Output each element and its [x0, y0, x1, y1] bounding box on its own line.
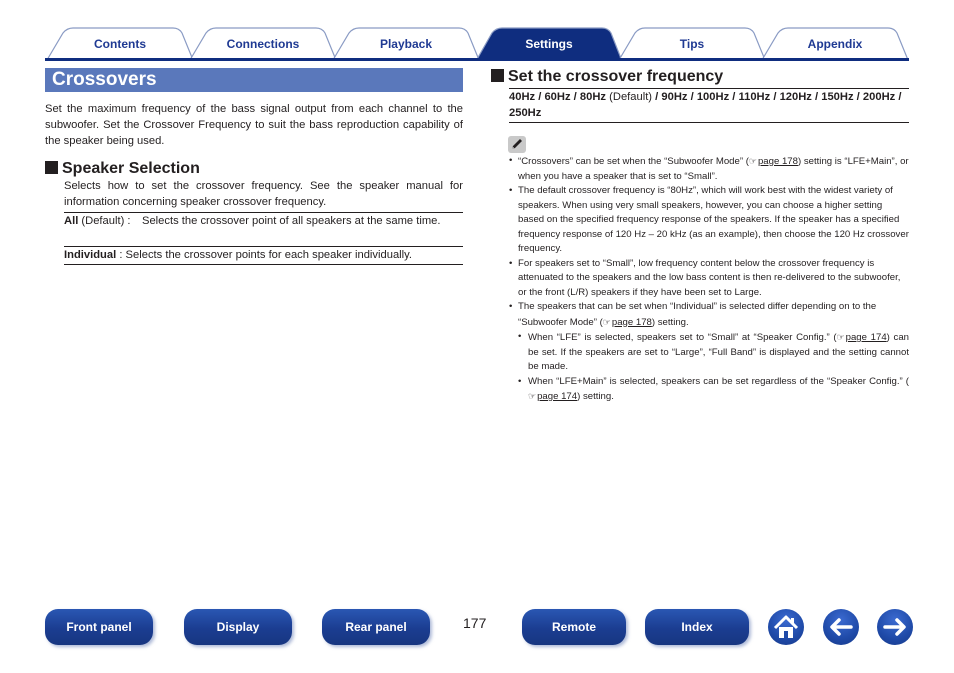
- separator: /: [770, 91, 780, 103]
- separator: /: [687, 91, 697, 103]
- index-button[interactable]: Index: [645, 609, 749, 645]
- tab-label: Connections: [226, 37, 300, 51]
- back-button[interactable]: [823, 609, 859, 645]
- page-number: 177: [463, 615, 487, 631]
- page-link[interactable]: page 174: [846, 332, 887, 343]
- separator: /: [570, 91, 580, 103]
- separator: /: [811, 91, 822, 103]
- frequency-value: 250Hz: [509, 107, 542, 119]
- notes-list: “Crossovers” can be set when the “Subwoo…: [508, 154, 909, 405]
- option-qualifier: (Default) :: [81, 215, 131, 227]
- option-name: Individual: [64, 249, 117, 261]
- tab-label: Playback: [379, 37, 433, 51]
- tab-label: Settings: [525, 37, 573, 51]
- frequency-value: 110Hz: [738, 91, 771, 103]
- page-title: Crossovers: [52, 69, 157, 90]
- separator: /: [853, 91, 863, 103]
- arrow-left-icon: [830, 618, 853, 636]
- display-button[interactable]: Display: [184, 609, 292, 645]
- heading-text: Speaker Selection: [62, 160, 200, 177]
- square-bullet-icon: [491, 69, 504, 82]
- note-item: For speakers set to “Small”, low frequen…: [508, 257, 909, 301]
- note-item: “Crossovers” can be set when the “Subwoo…: [508, 154, 909, 184]
- page-title-bar: Crossovers: [45, 68, 463, 92]
- frequency-value: 60Hz: [544, 91, 571, 103]
- divider: [509, 122, 909, 123]
- tab-connections[interactable]: Connections: [188, 27, 338, 61]
- separator: /: [729, 91, 739, 103]
- tab-label: Contents: [94, 37, 146, 51]
- frequency-value: 100Hz: [696, 91, 730, 103]
- separator: /: [895, 91, 902, 103]
- tab-label: Tips: [679, 37, 705, 51]
- home-icon: [773, 615, 799, 638]
- tab-playback[interactable]: Playback: [331, 27, 481, 61]
- reference-icon: ☞: [602, 316, 611, 327]
- page-link[interactable]: page 178: [758, 156, 798, 167]
- speaker-selection-heading: Speaker Selection: [45, 160, 200, 178]
- frequency-value: 200Hz: [862, 91, 896, 103]
- arrow-right-icon: [883, 618, 906, 636]
- rear-panel-button[interactable]: Rear panel: [322, 609, 430, 645]
- note-sub-item: When “LFE” is selected, speakers set to …: [508, 330, 909, 375]
- tab-appendix[interactable]: Appendix: [760, 27, 910, 61]
- tab-tips[interactable]: Tips: [617, 27, 767, 61]
- frequency-value: 90Hz: [661, 91, 688, 103]
- option-text: Selects the crossover points for each sp…: [125, 249, 413, 261]
- separator: /: [652, 91, 662, 103]
- tab-label: Appendix: [807, 37, 863, 51]
- front-panel-button[interactable]: Front panel: [45, 609, 153, 645]
- tab-underline: [45, 58, 909, 61]
- home-button[interactable]: [768, 609, 804, 645]
- tab-contents[interactable]: Contents: [45, 27, 195, 61]
- option-text: Selects the crossover point of all speak…: [142, 215, 441, 227]
- frequency-values: 40Hz / 60Hz / 80Hz (Default) / 90Hz / 10…: [509, 89, 909, 121]
- frequency-value: 120Hz: [779, 91, 812, 103]
- reference-icon: ☞: [836, 332, 845, 342]
- note-sub-item: When “LFE+Main” is selected, speakers ca…: [508, 375, 909, 405]
- reference-icon: ☞: [748, 156, 757, 166]
- note-item: The speakers that can be set when “Indiv…: [508, 300, 909, 330]
- reference-icon: ☞: [528, 391, 537, 401]
- option-qualifier: :: [119, 249, 123, 261]
- frequency-value: 150Hz: [821, 91, 854, 103]
- note-item: The default crossover frequency is “80Hz…: [508, 184, 909, 257]
- page-link[interactable]: page 174: [537, 391, 577, 402]
- option-name: All: [64, 215, 79, 227]
- frequency-value: 40Hz: [509, 91, 536, 103]
- default-label: (Default): [606, 91, 653, 103]
- pencil-icon: [508, 136, 526, 153]
- remote-button[interactable]: Remote: [522, 609, 626, 645]
- forward-button[interactable]: [877, 609, 913, 645]
- heading-text: Set the crossover frequency: [508, 68, 724, 85]
- divider: [64, 264, 463, 265]
- speaker-selection-description: Selects how to set the crossover frequen…: [64, 180, 463, 208]
- section-tabs: Contents Connections Playback Settings T…: [45, 27, 909, 61]
- tab-settings[interactable]: Settings: [474, 27, 624, 61]
- square-bullet-icon: [45, 161, 58, 174]
- crossover-frequency-heading: Set the crossover frequency: [491, 68, 723, 86]
- intro-text: Set the maximum frequency of the bass si…: [45, 103, 463, 147]
- frequency-value: 80Hz: [579, 91, 607, 103]
- option-individual: Individual : Selects the crossover point…: [64, 247, 463, 263]
- page-link[interactable]: page 178: [612, 317, 652, 328]
